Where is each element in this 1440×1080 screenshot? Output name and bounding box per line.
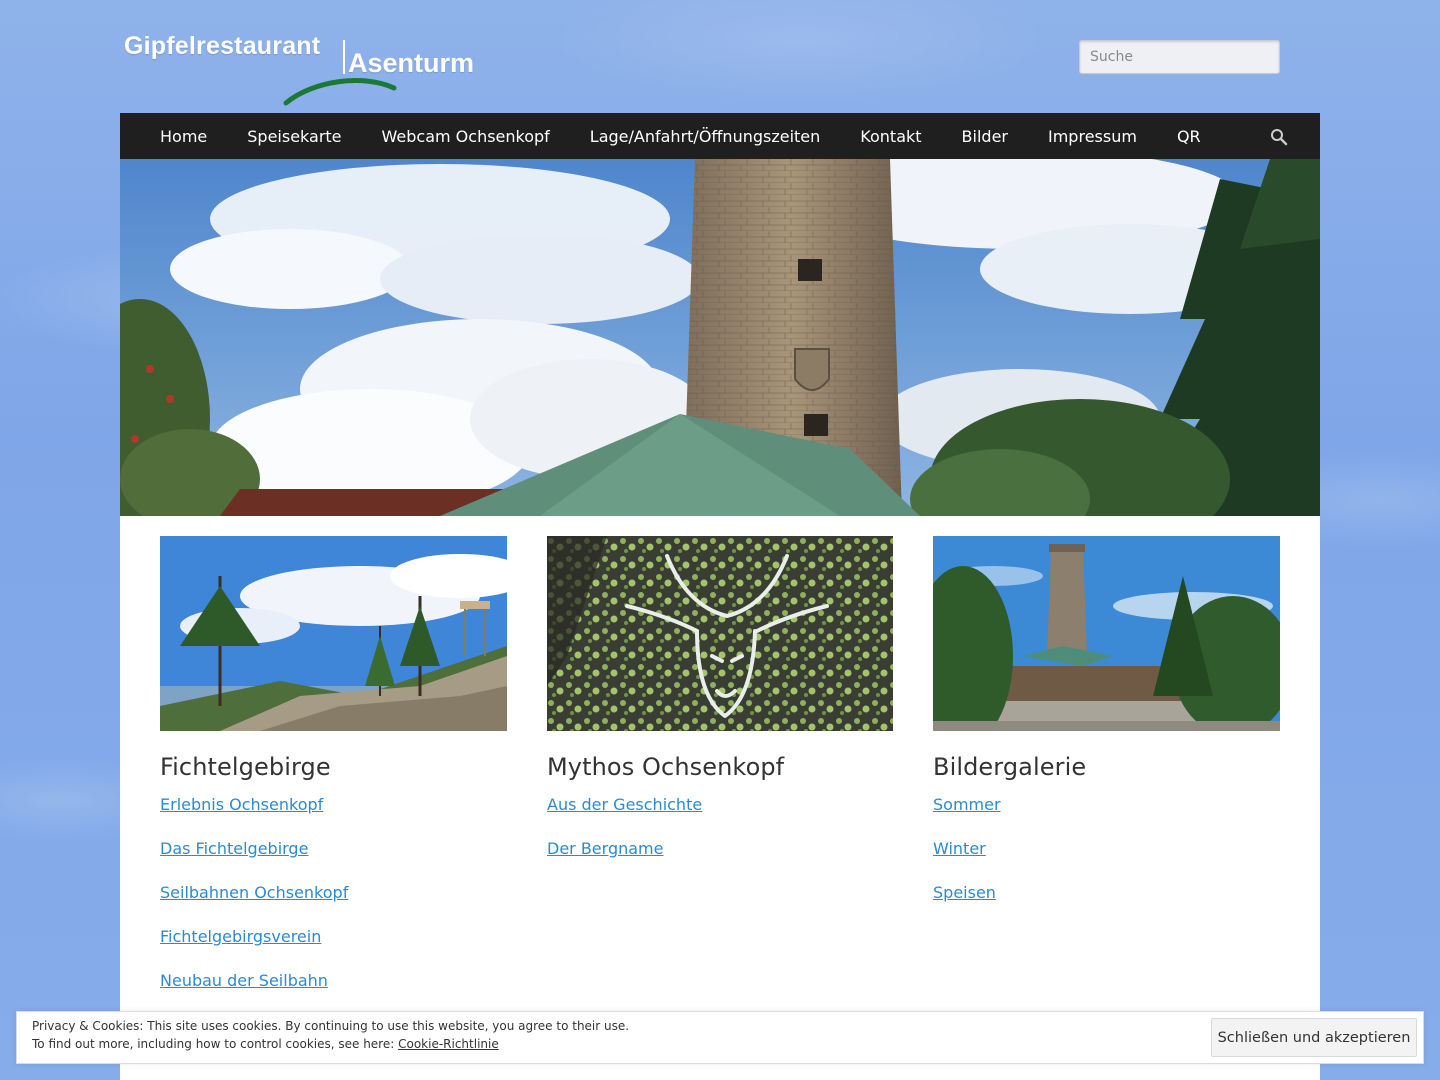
column-mythos-ochsenkopf: Mythos Ochsenkopf Aus der Geschichte Der… xyxy=(547,536,894,883)
cookie-more-info-text: To find out more, including how to contr… xyxy=(32,1037,399,1051)
cookie-more-info: To find out more, including how to contr… xyxy=(32,1037,499,1051)
link-neubau-seilbahn[interactable]: Neubau der Seilbahn xyxy=(160,971,328,990)
logo-text-line2: Asenturm xyxy=(348,48,475,78)
column-title: Mythos Ochsenkopf xyxy=(547,753,785,781)
main-content: Fichtelgebirge Erlebnis Ochsenkopf Das F… xyxy=(120,159,1320,1080)
link-winter[interactable]: Winter xyxy=(933,839,986,858)
fichtelgebirge-image[interactable] xyxy=(160,536,507,731)
cookie-banner: Privacy & Cookies: This site uses cookie… xyxy=(16,1011,1424,1064)
mythos-ochsenkopf-image[interactable] xyxy=(547,536,894,731)
column-title: Fichtelgebirge xyxy=(160,753,331,781)
hero-image xyxy=(120,159,1320,516)
column-title: Bildergalerie xyxy=(933,753,1087,781)
link-sommer[interactable]: Sommer xyxy=(933,795,1001,814)
link-speisen[interactable]: Speisen xyxy=(933,883,996,902)
logo-text-line1: Gipfelrestaurant xyxy=(124,32,321,60)
column-fichtelgebirge: Fichtelgebirge Erlebnis Ochsenkopf Das F… xyxy=(160,536,507,1015)
site-header: Gipfelrestaurant Asenturm xyxy=(120,0,1320,113)
search-input[interactable] xyxy=(1079,40,1280,74)
main-navigation: Home Speisekarte Webcam Ochsenkopf Lage/… xyxy=(120,113,1320,159)
cookie-notice-text: Privacy & Cookies: This site uses cookie… xyxy=(32,1019,630,1033)
nav-item-kontakt[interactable]: Kontakt xyxy=(860,127,921,146)
nav-item-webcam[interactable]: Webcam Ochsenkopf xyxy=(382,127,550,146)
link-aus-der-geschichte[interactable]: Aus der Geschichte xyxy=(547,795,702,814)
nav-item-lage[interactable]: Lage/Anfahrt/Öffnungszeiten xyxy=(590,127,821,146)
nav-item-home[interactable]: Home xyxy=(160,127,207,146)
cookie-policy-link[interactable]: Cookie-Richtlinie xyxy=(398,1037,499,1051)
link-fichtelgebirgsverein[interactable]: Fichtelgebirgsverein xyxy=(160,927,321,946)
nav-item-qr[interactable]: QR xyxy=(1177,127,1201,146)
site-logo[interactable]: Gipfelrestaurant Asenturm xyxy=(124,30,484,108)
link-das-fichtelgebirge[interactable]: Das Fichtelgebirge xyxy=(160,839,308,858)
link-seilbahnen-ochsenkopf[interactable]: Seilbahnen Ochsenkopf xyxy=(160,883,348,902)
accept-cookies-button[interactable]: Schließen und akzeptieren xyxy=(1211,1018,1417,1057)
link-erlebnis-ochsenkopf[interactable]: Erlebnis Ochsenkopf xyxy=(160,795,323,814)
nav-item-speisekarte[interactable]: Speisekarte xyxy=(247,127,341,146)
nav-item-impressum[interactable]: Impressum xyxy=(1048,127,1137,146)
link-der-bergname[interactable]: Der Bergname xyxy=(547,839,663,858)
search-icon[interactable] xyxy=(1270,128,1288,146)
nav-item-bilder[interactable]: Bilder xyxy=(962,127,1008,146)
bildergalerie-image[interactable] xyxy=(933,536,1280,731)
column-bildergalerie: Bildergalerie Sommer Winter Speisen xyxy=(933,536,1280,927)
